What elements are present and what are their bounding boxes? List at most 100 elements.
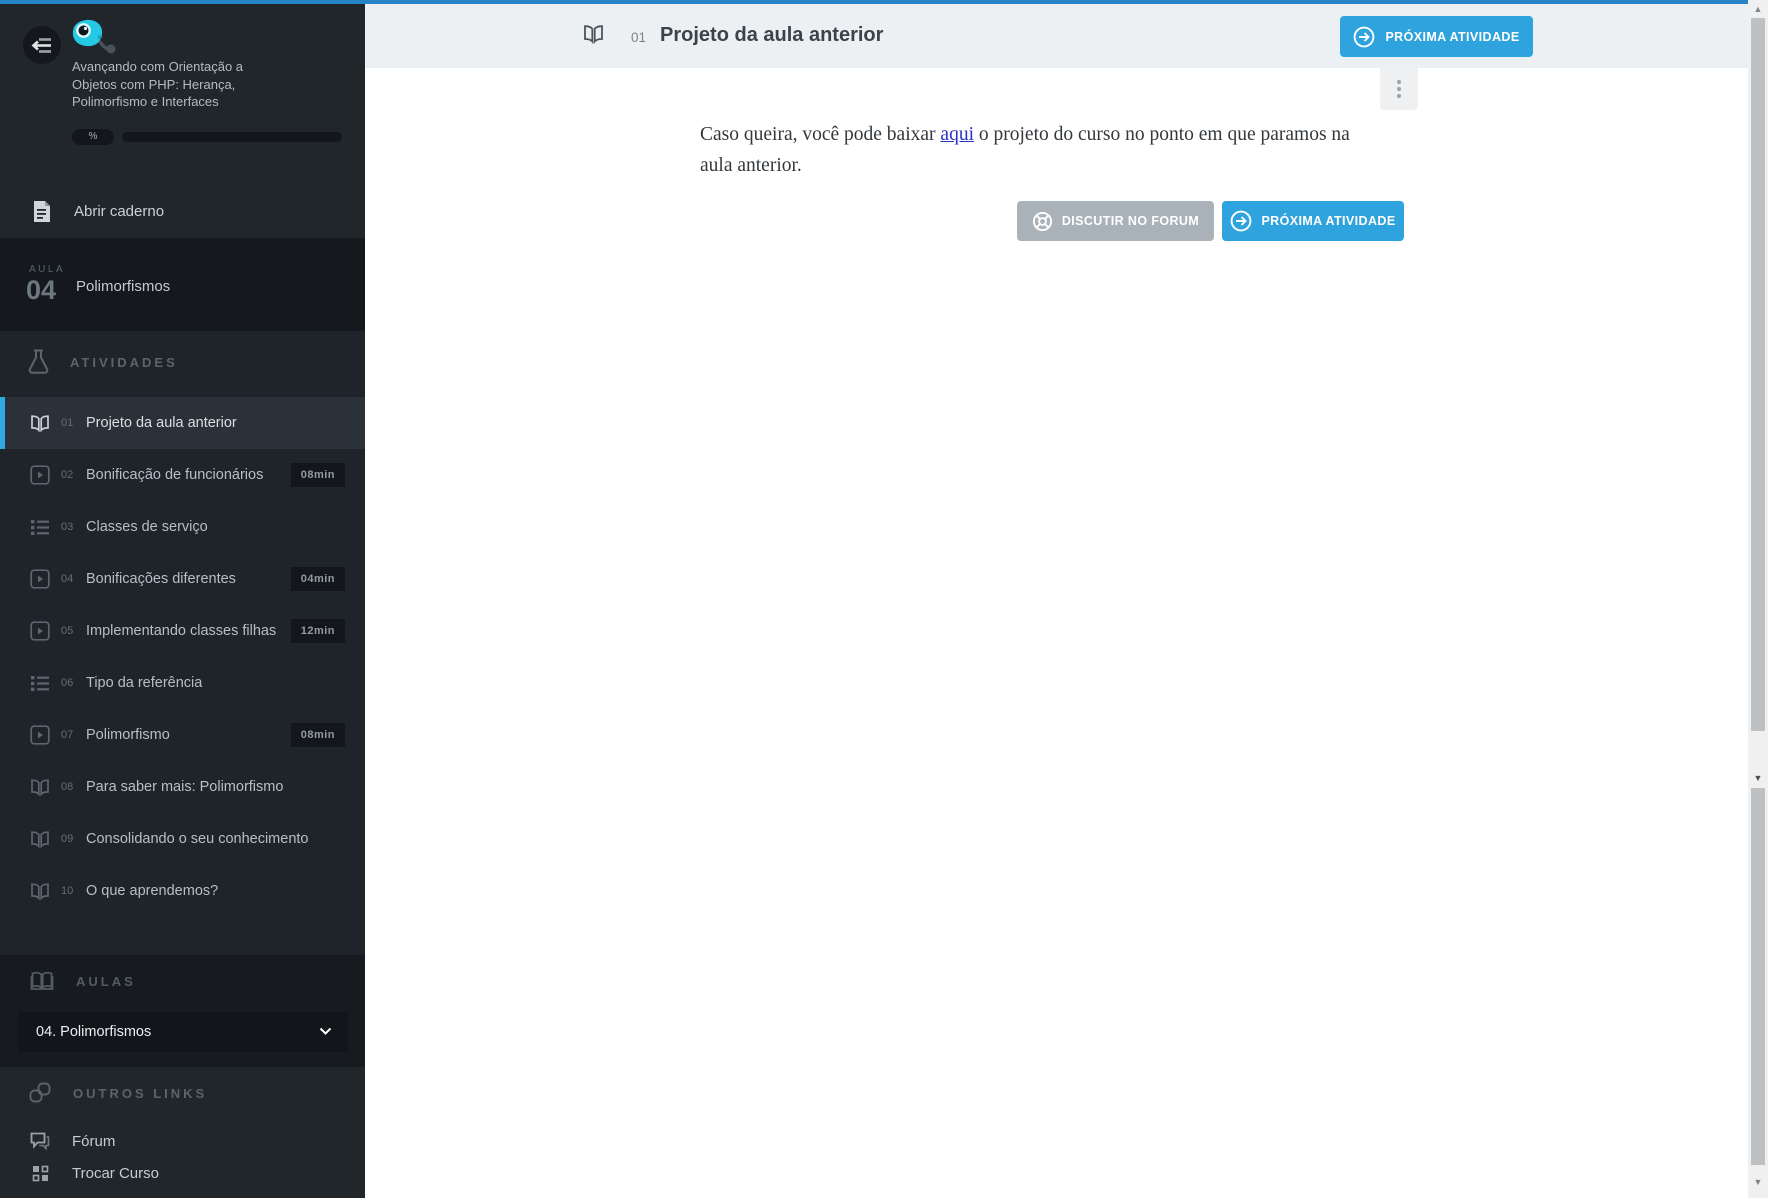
sidebar-item-forum[interactable]: Fórum [0,1128,365,1154]
video-play-icon [28,621,52,641]
activity-number: 05 [61,625,74,637]
scroll-down-arrow-icon[interactable]: ▼ [1748,1176,1768,1188]
download-project-link[interactable]: aqui [940,124,974,145]
next-activity-button-content[interactable]: PRÓXIMA ATIVIDADE [1222,201,1404,241]
activity-item-10[interactable]: 10 O que aprendemos? [0,865,365,917]
sidebar-item-label: Fórum [72,1132,116,1150]
duration-badge: 08min [290,463,345,487]
lessons-section-header: AULAS [30,971,136,991]
current-lesson-band: AULA 04 Polimorfismos [0,238,365,331]
activity-label: Bonificação de funcionários [86,467,264,483]
forum-lifebuoy-icon [1032,211,1053,232]
sidebar: Avançando com Orientação a Objetos com P… [0,0,365,1198]
kebab-dot [1397,87,1401,91]
next-activity-button-header[interactable]: PRÓXIMA ATIVIDADE [1340,16,1533,57]
kebab-dot [1397,94,1401,98]
instruction-text: Caso queira, você pode baixar [700,124,941,145]
activity-instructions: Caso queira, você pode baixar aqui o pro… [700,120,1350,181]
book-icon [28,830,52,848]
activity-number: 10 [61,885,74,897]
activity-item-09[interactable]: 09 Consolidando o seu conhecimento [0,813,365,865]
activity-number: 07 [61,729,74,741]
flask-icon [28,349,49,375]
activity-item-02[interactable]: 02 Bonificação de funcionários 08min [0,449,365,501]
collapse-sidebar-button[interactable] [23,26,61,64]
sidebar-item-label: Trocar Curso [72,1164,159,1182]
book-icon [28,882,52,900]
activity-label: Bonificações diferentes [86,571,236,587]
activity-number: 02 [61,469,74,481]
scroll-up-arrow-icon[interactable]: ▲ [1748,3,1768,15]
activity-number: 06 [61,677,74,689]
discuss-forum-label: DISCUTIR NO FORUM [1061,214,1200,228]
lessons-section: AULAS 04. Polimorfismos [0,955,365,1067]
book-icon [28,414,52,432]
activities-section: ATIVIDADES 01 Projeto da aula anterior 0… [0,331,365,955]
lesson-title: Polimorfismos [76,278,171,295]
chat-bubble-icon [30,1132,50,1150]
more-options-button[interactable] [1380,68,1418,110]
activity-item-08[interactable]: 08 Para saber mais: Polimorfismo [0,761,365,813]
activity-label: Classes de serviço [86,519,208,535]
open-book-icon [30,971,54,991]
duration-badge: 04min [290,567,345,591]
duration-badge: 08min [290,723,345,747]
activity-label: Implementando classes filhas [86,623,277,639]
activities-section-header: ATIVIDADES [28,349,328,375]
activity-item-06[interactable]: 06 Tipo da referência [0,657,365,709]
lesson-select-dropdown[interactable]: 04. Polimorfismos [18,1012,348,1052]
notebook-document-icon [33,200,50,222]
activity-label: Tipo da referência [86,675,203,691]
duration-badge: 12min [290,619,345,643]
chain-link-icon [29,1082,51,1104]
other-links-section-header: OUTROS LINKS [29,1082,207,1104]
progress-percent-pill: % [72,129,114,145]
activity-item-03[interactable]: 03 Classes de serviço [0,501,365,553]
grid-squares-icon [30,1165,50,1182]
collapse-arrow-icon [31,37,53,54]
course-title-line: Avançando com Orientação a [72,59,244,74]
activity-item-05[interactable]: 05 Implementando classes filhas 12min [0,605,365,657]
lessons-section-label: AULAS [76,973,136,989]
activity-item-07[interactable]: 07 Polimorfismo 08min [0,709,365,761]
open-notebook-button[interactable]: Abrir caderno [0,186,365,236]
other-links-section-label: OUTROS LINKS [73,1085,208,1101]
activity-item-01[interactable]: 01 Projeto da aula anterior [0,397,365,449]
top-accent-line [0,0,1751,4]
book-icon [28,778,52,796]
book-icon [583,24,604,44]
activity-label: Para saber mais: Polimorfismo [86,779,284,795]
circle-arrow-right-icon [1230,210,1252,232]
scrollbar[interactable]: ▲ ▼ ▼ [1748,0,1768,1198]
circle-arrow-right-icon [1353,26,1375,48]
activities-list: 01 Projeto da aula anterior 02 Bonificaç… [0,397,365,917]
video-play-icon [28,569,52,589]
activity-label: Consolidando o seu conhecimento [86,831,309,847]
activity-label: Projeto da aula anterior [86,415,237,431]
discuss-forum-button[interactable]: DISCUTIR NO FORUM [1017,201,1214,241]
activity-number: 03 [61,521,74,533]
activities-section-label: ATIVIDADES [70,354,178,370]
video-play-icon [28,725,52,745]
course-title: Avançando com Orientação a Objetos com P… [72,58,262,111]
activity-number: 04 [61,573,74,585]
activity-label: Polimorfismo [86,727,170,743]
lesson-select-value: 04. Polimorfismos [36,1024,152,1040]
scroll-down-arrow-icon[interactable]: ▼ [1748,772,1768,784]
exercise-list-icon [28,675,52,692]
activity-number: 08 [61,781,74,793]
progress-bar [122,132,342,142]
exercise-list-icon [28,519,52,536]
other-links-section: OUTROS LINKS Fórum Trocar Curso [0,1067,365,1198]
course-title-line: Objetos com PHP: Herança, [72,76,236,92]
activity-number: 09 [61,833,74,845]
page-title: Projeto da aula anterior [660,24,884,46]
next-activity-label: PRÓXIMA ATIVIDADE [1385,29,1520,44]
activity-item-04[interactable]: 04 Bonificações diferentes 04min [0,553,365,605]
course-title-line: Polimorfismo e Interfaces [72,94,219,109]
sidebar-item-trocar-curso[interactable]: Trocar Curso [0,1160,365,1186]
activity-header-number: 01 [631,29,647,45]
kebab-dot [1397,80,1401,84]
scrollbar-thumb-content[interactable] [1751,18,1765,731]
scrollbar-thumb-page[interactable] [1751,788,1765,1165]
